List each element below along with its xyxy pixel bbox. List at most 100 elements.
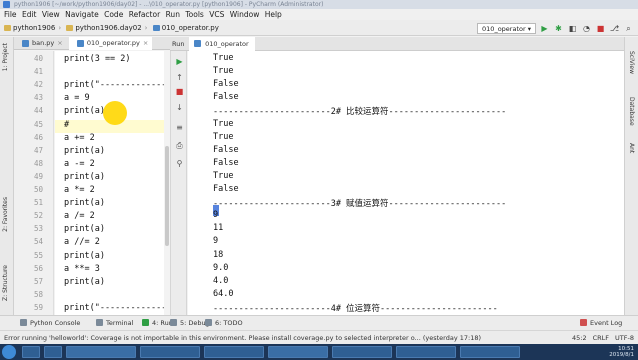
menu-run[interactable]: Run	[166, 10, 180, 19]
line-number: 54	[33, 237, 43, 247]
run-console-output[interactable]: True True False False ----------------------…	[188, 51, 624, 315]
code-line: print(a)	[64, 224, 105, 235]
console-output-line: True	[213, 170, 234, 181]
menu-navigate[interactable]: Navigate	[65, 10, 99, 19]
console-output-line: False	[213, 144, 239, 155]
line-number: 53	[33, 224, 43, 234]
close-icon[interactable]: ×	[143, 39, 148, 47]
code-line: a *= 2	[64, 185, 95, 195]
vcs-icon[interactable]: ⎇	[609, 23, 620, 34]
line-number: 40	[33, 54, 43, 63]
menu-refactor[interactable]: Refactor	[129, 10, 160, 19]
console-output-line: 4.0	[213, 275, 229, 286]
pycharm-app-icon	[3, 1, 10, 8]
python-file-icon	[22, 40, 29, 47]
taskbar-window-button[interactable]	[396, 346, 456, 358]
tool-tab-database[interactable]: Database	[628, 97, 635, 126]
window-title: python1906 [~/work/python1906/day02] - .…	[14, 1, 324, 8]
taskbar-clock[interactable]: 10:51 2019/8/1	[609, 346, 634, 358]
search-everywhere-icon[interactable]: ⌕	[623, 23, 634, 34]
python-console-button[interactable]: Python Console	[20, 316, 80, 331]
taskbar-app-icon[interactable]	[22, 346, 40, 358]
menu-window[interactable]: Window	[230, 10, 260, 19]
right-tool-strip: SciView Database Ant	[624, 37, 638, 315]
console-output-line: 18	[213, 249, 224, 260]
tool-tab-sciview[interactable]: SciView	[628, 51, 635, 74]
tool-tab-structure[interactable]: Z: Structure	[2, 265, 9, 301]
run-tool-button[interactable]: 4: Run	[142, 316, 173, 331]
stop-icon[interactable]: ■	[175, 87, 184, 96]
print-icon[interactable]: ⎙	[175, 141, 184, 150]
start-button[interactable]	[2, 345, 16, 359]
breadcrumb-file[interactable]: 010_operator.py	[152, 20, 219, 36]
status-bar: Error running 'helloworld': Coverage is …	[0, 330, 638, 345]
pin-icon[interactable]: ⚲	[175, 159, 184, 168]
line-separator[interactable]: CRLF	[593, 331, 609, 345]
terminal-button[interactable]: Terminal	[96, 316, 133, 331]
folder-icon	[66, 25, 74, 31]
code-line: print("-------------	[64, 302, 167, 313]
taskbar-window-button[interactable]	[204, 346, 264, 358]
taskbar-window-button[interactable]	[140, 346, 200, 358]
run-icon[interactable]: ▶	[539, 23, 550, 34]
scroll-down-icon[interactable]: ↓	[175, 103, 184, 112]
editor-tab-ban[interactable]: ban.py ×	[14, 37, 67, 50]
code-line: print(a)	[64, 171, 105, 182]
run-config-select[interactable]: 010_operator ▾	[477, 23, 536, 34]
folder-icon	[4, 25, 11, 31]
debug-icon	[170, 319, 177, 326]
menu-view[interactable]: View	[42, 10, 60, 19]
stop-icon[interactable]: ■	[595, 23, 606, 34]
coverage-icon[interactable]: ◧	[567, 23, 578, 34]
taskbar-window-button[interactable]	[66, 346, 136, 358]
tool-tab-favorites[interactable]: 2: Favorites	[2, 197, 9, 232]
profile-icon[interactable]: ◔	[581, 23, 592, 34]
taskbar-app-icon[interactable]	[44, 346, 62, 358]
menu-bar: File Edit View Navigate Code Refactor Ru…	[0, 9, 638, 20]
editor-scrollbar-thumb[interactable]	[165, 146, 169, 246]
console-output-line: 9	[213, 236, 219, 247]
console-output-line: True	[213, 118, 234, 129]
close-icon[interactable]: ×	[57, 39, 62, 47]
file-encoding[interactable]: UTF-8	[615, 331, 634, 345]
menu-vcs[interactable]: VCS	[209, 10, 224, 19]
python-console-icon	[20, 319, 27, 326]
caret-position[interactable]: 45:2	[572, 331, 587, 345]
taskbar-window-button[interactable]	[332, 346, 392, 358]
window-title-bar: python1906 [~/work/python1906/day02] - .…	[0, 0, 638, 9]
line-number: 41	[33, 67, 43, 77]
scroll-up-icon[interactable]: ↑	[175, 73, 184, 82]
run-icon	[142, 319, 149, 326]
breadcrumb-package[interactable]: python1906.day02 ›	[66, 20, 147, 36]
todo-tool-button[interactable]: 6: TODO	[205, 316, 243, 331]
tool-tab-project[interactable]: 1: Project	[2, 43, 9, 71]
menu-tools[interactable]: Tools	[185, 10, 203, 19]
line-number-gutter: 40 41 42 43 44 45 46 47 48 49 50 51 52 53 54 55 56 57 58 59	[14, 51, 54, 315]
taskbar-window-button[interactable]	[268, 346, 328, 358]
console-section-header: -----------------------3# 赋值运算符---------…	[213, 199, 507, 210]
menu-file[interactable]: File	[4, 10, 17, 19]
rerun-icon[interactable]: ▶	[175, 57, 184, 66]
editor-tab-010-operator[interactable]: 010_operator.py ×	[68, 37, 153, 50]
left-tool-strip: 1: Project 2: Favorites Z: Structure	[0, 37, 14, 315]
tool-tab-ant[interactable]: Ant	[628, 143, 635, 153]
os-taskbar: 10:51 2019/8/1	[0, 344, 638, 360]
code-editor[interactable]: print(3 == 2) print("------------- a = 9 pr…	[55, 51, 168, 315]
soft-wrap-icon[interactable]: ≡	[175, 123, 184, 132]
menu-code[interactable]: Code	[104, 10, 123, 19]
breadcrumb-project[interactable]: python1906 ›	[4, 20, 61, 36]
menu-help[interactable]: Help	[265, 10, 282, 19]
event-log-button[interactable]: Event Log	[580, 316, 622, 331]
debug-icon[interactable]: ✱	[553, 23, 564, 34]
run-tab-010-operator[interactable]: 010_operator	[189, 37, 255, 51]
bottom-tool-bar: Python Console Terminal 4: Run 5: Debug …	[0, 315, 638, 330]
taskbar-window-button[interactable]	[460, 346, 520, 358]
code-line: print(a)	[64, 198, 105, 209]
debug-tool-button[interactable]: 5: Debug	[170, 316, 210, 331]
line-number: 48	[33, 158, 43, 168]
line-number: 46	[33, 132, 43, 142]
run-panel-label: Run	[172, 40, 185, 48]
status-message[interactable]: Error running 'helloworld': Coverage is …	[4, 334, 481, 342]
line-number: 47	[33, 145, 43, 155]
menu-edit[interactable]: Edit	[22, 10, 37, 19]
